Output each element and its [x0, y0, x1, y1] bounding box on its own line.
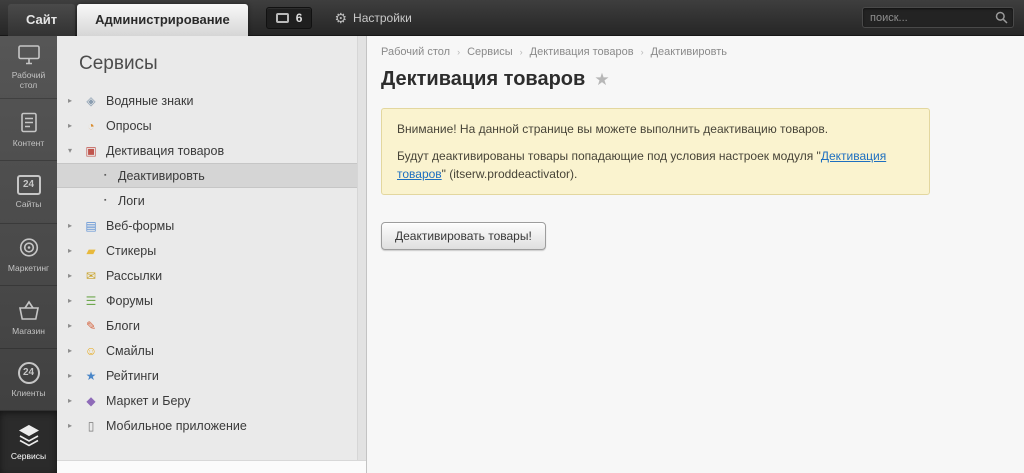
chevron-right-icon: ▸: [68, 421, 73, 430]
breadcrumb-item[interactable]: Дективация товаров: [530, 46, 634, 58]
menu-item-smiles[interactable]: ▸ ☺ Смайлы: [57, 338, 366, 363]
warning-line-2: Будут деактивированы товары попадающие п…: [397, 149, 887, 181]
breadcrumb-separator-icon: ›: [640, 47, 644, 57]
chevron-right-icon: ▸: [68, 346, 73, 355]
menu-item-watermarks[interactable]: ▸ ◈ Водяные знаки: [57, 88, 366, 113]
shop-icon: [18, 300, 39, 320]
favorite-star-icon[interactable]: ★: [594, 71, 609, 88]
blogs-icon: ✎: [85, 318, 97, 333]
menu-item-webforms[interactable]: ▸ ▤ Веб-формы: [57, 213, 366, 238]
polls-icon: ◔: [87, 118, 95, 133]
bullet-icon: ▪: [104, 197, 107, 204]
rail-item-clients[interactable]: 24 Клиенты: [0, 349, 57, 412]
notifications-count: 6: [295, 10, 303, 25]
notifications-icon: [275, 12, 289, 23]
notifications-button[interactable]: 6: [265, 6, 313, 29]
menu-item-stickers[interactable]: ▸ ▰ Стикеры: [57, 238, 366, 263]
warning-line-1: Внимание! На данной странице вы можете в…: [397, 122, 829, 136]
search-box: [862, 7, 1024, 28]
chevron-right-icon: ▸: [68, 271, 73, 280]
chevron-right-icon: ▸: [68, 321, 73, 330]
mobile-app-icon: ▯: [87, 418, 95, 433]
rail-item-marketing[interactable]: Маркетинг: [0, 224, 57, 287]
menu-item-mobile-app[interactable]: ▸ ▯ Мобильное приложение: [57, 413, 366, 438]
menu-item-market[interactable]: ▸ ◆ Маркет и Беру: [57, 388, 366, 413]
ratings-icon: ★: [85, 368, 97, 383]
chevron-right-icon: ▸: [68, 396, 73, 405]
top-bar: Сайт Администрирование 6 ⚙ Настройки: [0, 0, 1024, 36]
chevron-right-icon: ▸: [68, 121, 73, 130]
chevron-right-icon: ▸: [68, 96, 73, 105]
left-rail: Рабочий стол Контент 24 Сайты Маркетинг …: [0, 36, 57, 473]
rail-item-desktop[interactable]: Рабочий стол: [0, 36, 57, 99]
gear-icon: ⚙: [334, 9, 348, 26]
menu-item-ratings[interactable]: ▸ ★ Рейтинги: [57, 363, 366, 388]
menu-item-polls[interactable]: ▸ ◔ Опросы: [57, 113, 366, 138]
chevron-right-icon: ▸: [68, 371, 73, 380]
admin-app: Сайт Администрирование 6 ⚙ Настройки пои…: [0, 0, 1024, 473]
menu-title: Сервисы: [79, 53, 158, 74]
breadcrumb: Рабочий стол › Сервисы › Дективация това…: [381, 46, 1024, 58]
menu-item-forums[interactable]: ▸ ☰ Форумы: [57, 288, 366, 313]
chevron-right-icon: ▸: [68, 246, 73, 255]
services-menu: Сервисы ▸ ◈ Водяные знаки ▸ ◔ Опросы ▾ ▣…: [57, 36, 367, 473]
stickers-icon: ▰: [86, 243, 96, 258]
services-icon: [18, 425, 39, 447]
newsletters-icon: ✉: [85, 268, 97, 283]
chevron-right-icon: ▸: [68, 221, 73, 230]
market-icon: ◆: [86, 393, 96, 408]
clients-icon: 24: [17, 361, 40, 384]
breadcrumb-item[interactable]: Сервисы: [467, 46, 513, 58]
deactivation-module-icon: ▣: [85, 143, 97, 158]
menu-item-logs[interactable]: ▪ Логи: [57, 188, 366, 213]
settings-button[interactable]: ⚙ Настройки: [334, 11, 411, 25]
breadcrumb-item-current: Деактивировть: [650, 46, 727, 58]
page-title: Дективация товаров: [381, 68, 586, 90]
menu-scrollbar[interactable]: [357, 36, 366, 460]
desktop-icon: [17, 45, 40, 65]
deactivate-products-button[interactable]: Деактивировать товары!: [381, 222, 546, 250]
chevron-right-icon: ▸: [68, 296, 73, 305]
rail-item-services[interactable]: Сервисы: [0, 411, 57, 473]
rail-item-shop[interactable]: Магазин: [0, 286, 57, 349]
rail-item-content[interactable]: Контент: [0, 99, 57, 162]
chevron-down-icon: ▾: [68, 146, 73, 155]
menu-item-newsletters[interactable]: ▸ ✉ Рассылки: [57, 263, 366, 288]
webforms-icon: ▤: [85, 218, 97, 233]
settings-label: Настройки: [353, 10, 412, 25]
search-icon: [995, 11, 1008, 24]
watermarks-icon: ◈: [86, 93, 96, 108]
main-content: Рабочий стол › Сервисы › Дективация това…: [367, 36, 1024, 473]
menu-item-deactivate[interactable]: ▪ Деактивировть: [57, 163, 366, 188]
content-icon: [20, 112, 37, 133]
bullet-icon: ▪: [104, 172, 107, 179]
menu-item-blogs[interactable]: ▸ ✎ Блоги: [57, 313, 366, 338]
sites-icon: 24: [16, 174, 41, 195]
smiles-icon: ☺: [84, 343, 98, 358]
breadcrumb-item[interactable]: Рабочий стол: [381, 46, 450, 58]
tab-site[interactable]: Сайт: [8, 3, 76, 36]
menu-item-product-deactivation[interactable]: ▾ ▣ Дективация товаров: [57, 138, 366, 163]
breadcrumb-separator-icon: ›: [519, 47, 523, 57]
warning-note: Внимание! На данной странице вы можете в…: [381, 108, 930, 195]
menu-footer: [57, 460, 366, 473]
breadcrumb-separator-icon: ›: [457, 47, 461, 57]
forums-icon: ☰: [85, 293, 97, 308]
tab-administration[interactable]: Администрирование: [77, 3, 248, 36]
rail-item-sites[interactable]: 24 Сайты: [0, 161, 57, 224]
marketing-icon: [19, 238, 38, 257]
